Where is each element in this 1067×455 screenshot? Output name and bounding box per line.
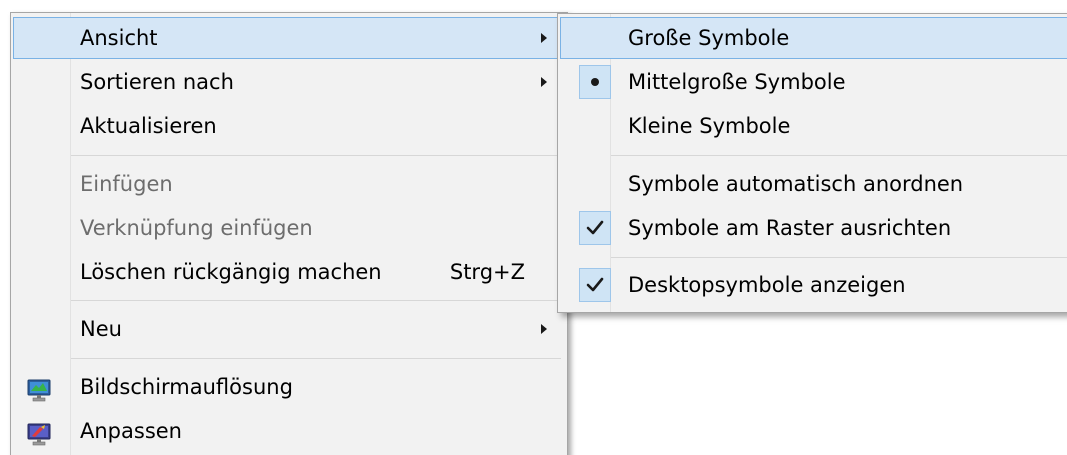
menu-item-anpassen[interactable]: Anpassen — [13, 410, 561, 452]
menu-item-bildschirmaufloesung[interactable]: Bildschirmauflösung — [13, 366, 561, 408]
menu-item-label: Verknüpfung einfügen — [80, 216, 313, 240]
submenu-arrow-icon — [541, 77, 547, 87]
checkmark-icon — [579, 211, 611, 245]
menu-item-label: Aktualisieren — [80, 114, 217, 138]
submenu-item-kleine-symbole[interactable]: Kleine Symbole — [560, 105, 1067, 147]
checkmark-icon — [579, 268, 611, 302]
menu-item-label: Mittelgroße Symbole — [628, 70, 846, 94]
submenu-item-automatisch-anordnen[interactable]: Symbole automatisch anordnen — [560, 163, 1067, 205]
menu-item-verknuepfung-einfuegen[interactable]: Verknüpfung einfügen — [13, 207, 561, 249]
submenu-arrow-icon — [541, 324, 547, 334]
menu-item-loeschen-rueckgaengig[interactable]: Löschen rückgängig machen Strg+Z — [13, 251, 561, 293]
menu-separator — [611, 257, 1067, 258]
submenu-arrow-icon — [541, 33, 547, 43]
view-submenu: Große Symbole Mittelgroße Symbole Kleine… — [557, 13, 1067, 313]
menu-item-label: Desktopsymbole anzeigen — [628, 273, 906, 297]
menu-item-label: Löschen rückgängig machen — [80, 260, 382, 284]
menu-item-label: Bildschirmauflösung — [80, 375, 293, 399]
menu-item-label: Große Symbole — [628, 26, 790, 50]
menu-item-einfuegen[interactable]: Einfügen — [13, 163, 561, 205]
menu-item-neu[interactable]: Neu — [13, 308, 561, 350]
menu-item-aktualisieren[interactable]: Aktualisieren — [13, 105, 561, 147]
radio-bullet-icon — [579, 65, 611, 99]
submenu-item-desktopsymbole-anzeigen[interactable]: Desktopsymbole anzeigen — [560, 264, 1067, 306]
menu-item-label: Kleine Symbole — [628, 114, 791, 138]
menu-separator — [71, 300, 561, 301]
menu-item-label: Sortieren nach — [80, 70, 234, 94]
submenu-item-grosse-symbole[interactable]: Große Symbole — [560, 17, 1067, 59]
menu-item-label: Ansicht — [80, 26, 158, 50]
submenu-item-mittelgrosse-symbole[interactable]: Mittelgroße Symbole — [560, 61, 1067, 103]
menu-separator — [71, 155, 561, 156]
menu-item-sortieren-nach[interactable]: Sortieren nach — [13, 61, 561, 103]
submenu-item-am-raster-ausrichten[interactable]: Symbole am Raster ausrichten — [560, 207, 1067, 249]
menu-item-label: Neu — [80, 317, 122, 341]
menu-item-shortcut: Strg+Z — [449, 260, 525, 284]
personalize-icon — [26, 419, 52, 446]
desktop-background: Ansicht Sortieren nach Aktualisieren Ein… — [0, 0, 1067, 455]
menu-item-label: Anpassen — [80, 419, 182, 443]
menu-item-ansicht[interactable]: Ansicht — [13, 17, 561, 59]
menu-separator — [611, 155, 1067, 156]
menu-separator — [71, 358, 561, 359]
display-resolution-icon — [26, 375, 52, 402]
menu-item-label: Symbole am Raster ausrichten — [628, 216, 952, 240]
menu-item-label: Symbole automatisch anordnen — [628, 172, 964, 196]
menu-item-label: Einfügen — [80, 172, 173, 196]
desktop-context-menu: Ansicht Sortieren nach Aktualisieren Ein… — [10, 12, 568, 455]
